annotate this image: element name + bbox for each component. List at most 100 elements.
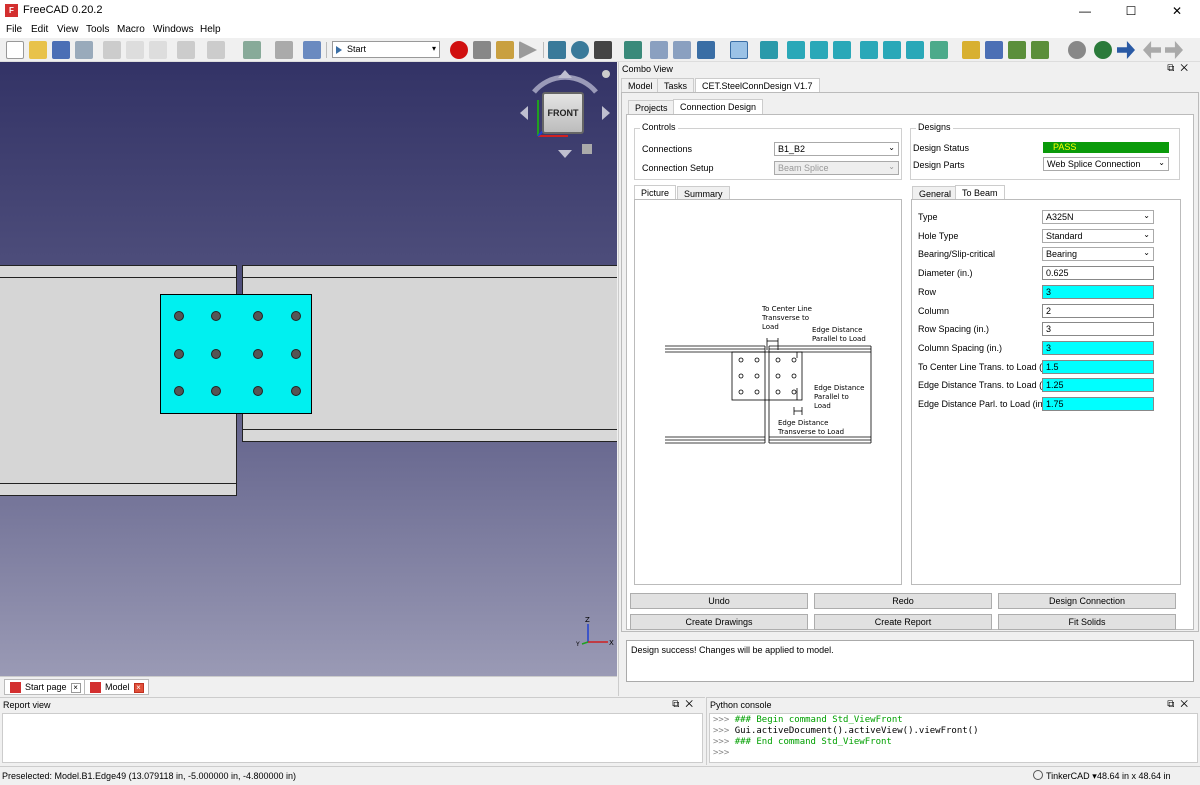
tab-model[interactable]: Model × <box>84 679 149 695</box>
copy-icon[interactable] <box>126 41 144 59</box>
close-button[interactable]: ✕ <box>1154 0 1200 22</box>
param-select[interactable]: A325N ⌄ <box>1042 210 1154 224</box>
web-icon[interactable] <box>1094 41 1112 59</box>
zoom-icon[interactable] <box>730 41 748 59</box>
bolt[interactable] <box>291 311 301 321</box>
create-drawings-button[interactable]: Create Drawings <box>630 614 808 630</box>
param-input[interactable]: 0.625 <box>1042 266 1154 281</box>
bolt[interactable] <box>291 349 301 359</box>
navigation-style-selector[interactable]: TinkerCAD ▾ <box>1046 771 1097 782</box>
tab-steelconndesign[interactable]: CET.SteelConnDesign V1.7 <box>695 78 820 92</box>
right-view-icon[interactable] <box>833 41 851 59</box>
recompute-icon[interactable] <box>275 41 293 59</box>
refresh-icon[interactable] <box>243 41 261 59</box>
group-icon[interactable] <box>985 41 1003 59</box>
param-select[interactable]: Bearing ⌄ <box>1042 247 1154 262</box>
right-beam-top-flange[interactable] <box>242 265 617 278</box>
web-forward-icon[interactable] <box>1165 41 1183 59</box>
bottom-view-icon[interactable] <box>883 41 901 59</box>
new-file-icon[interactable] <box>6 41 24 59</box>
bolt[interactable] <box>174 349 184 359</box>
measure-icon[interactable] <box>930 41 948 59</box>
workbench-selector[interactable]: Start ▾ <box>332 41 440 58</box>
connection-setup-select[interactable]: Beam Splice ⌄ <box>774 161 899 175</box>
redo-icon[interactable] <box>207 41 225 59</box>
save-icon[interactable] <box>52 41 70 59</box>
undo-icon[interactable] <box>177 41 195 59</box>
isometric-view-icon[interactable] <box>760 41 778 59</box>
menu-file[interactable]: File <box>6 24 22 35</box>
undo-button[interactable]: Undo <box>630 593 808 609</box>
stop-macro-icon[interactable] <box>473 41 491 59</box>
right-beam-bottom-flange[interactable] <box>242 429 617 442</box>
design-parts-select[interactable]: Web Splice Connection ⌄ <box>1043 157 1169 171</box>
bolt[interactable] <box>253 386 263 396</box>
menu-view[interactable]: View <box>57 24 79 35</box>
close-tab-icon[interactable]: × <box>70 682 81 693</box>
cut-icon[interactable] <box>103 41 121 59</box>
edit-macro-icon[interactable] <box>496 41 514 59</box>
rear-view-icon[interactable] <box>860 41 878 59</box>
fit-all-icon[interactable] <box>548 41 566 59</box>
draw-style-icon[interactable] <box>594 41 612 59</box>
design-connection-button[interactable]: Design Connection <box>998 593 1176 609</box>
param-input[interactable]: 1.5 <box>1042 359 1154 374</box>
dock-buttons[interactable]: ⧉✕ <box>1167 699 1194 710</box>
fit-solids-button[interactable]: Fit Solids <box>998 614 1176 630</box>
record-macro-icon[interactable] <box>450 41 468 59</box>
3d-view[interactable]: FRONT Z X Y <box>0 62 617 676</box>
minimize-button[interactable]: — <box>1062 0 1108 22</box>
top-view-icon[interactable] <box>810 41 828 59</box>
bolt[interactable] <box>253 311 263 321</box>
param-select[interactable]: Standard ⌄ <box>1042 228 1154 243</box>
param-input[interactable]: 1.25 <box>1042 378 1154 393</box>
save-as-icon[interactable] <box>75 41 93 59</box>
navigation-cube[interactable]: FRONT <box>520 70 610 165</box>
back-arrow-icon[interactable] <box>650 41 668 59</box>
report-output[interactable] <box>2 713 703 763</box>
menu-windows[interactable]: Windows <box>153 24 194 35</box>
bolt[interactable] <box>174 386 184 396</box>
link-icon[interactable] <box>1008 41 1026 59</box>
menu-help[interactable]: Help <box>200 24 221 35</box>
bolt[interactable] <box>253 349 263 359</box>
bolt[interactable] <box>211 311 221 321</box>
bolt[interactable] <box>211 386 221 396</box>
redo-button[interactable]: Redo <box>814 593 992 609</box>
std-views-icon[interactable] <box>697 41 715 59</box>
part-icon[interactable] <box>962 41 980 59</box>
whats-this-icon[interactable] <box>303 41 321 59</box>
python-console-input[interactable]: >>> ### Begin command Std_ViewFront >>> … <box>709 713 1198 763</box>
param-input[interactable]: 3 <box>1042 340 1154 355</box>
paste-icon[interactable] <box>149 41 167 59</box>
bolt[interactable] <box>211 349 221 359</box>
close-tab-icon[interactable]: × <box>133 682 144 693</box>
web-back-icon[interactable] <box>1143 41 1161 59</box>
left-view-icon[interactable] <box>906 41 924 59</box>
left-beam-bottom-flange[interactable] <box>0 483 237 496</box>
dock-buttons[interactable]: ⧉✕ <box>672 699 699 710</box>
menu-macro[interactable]: Macro <box>117 24 145 35</box>
tab-summary[interactable]: Summary <box>677 186 730 200</box>
left-beam-top-flange[interactable] <box>0 265 237 278</box>
param-input[interactable]: 3 <box>1042 322 1154 337</box>
open-folder-icon[interactable] <box>29 41 47 59</box>
navcube-front-face[interactable]: FRONT <box>542 92 584 134</box>
param-input[interactable]: 1.75 <box>1042 397 1154 411</box>
tab-to-beam[interactable]: To Beam <box>955 185 1005 199</box>
arrow-right-icon[interactable] <box>1117 41 1135 59</box>
bolt[interactable] <box>291 386 301 396</box>
tab-connection-design[interactable]: Connection Design <box>673 99 764 114</box>
connections-select[interactable]: B1_B2 ⌄ <box>774 142 899 156</box>
create-report-button[interactable]: Create Report <box>814 614 992 630</box>
param-input[interactable]: 2 <box>1042 303 1154 318</box>
dock-buttons[interactable]: ⧉✕ <box>1167 63 1194 74</box>
bounding-box-icon[interactable] <box>624 41 642 59</box>
menu-edit[interactable]: Edit <box>31 24 48 35</box>
menu-tools[interactable]: Tools <box>86 24 109 35</box>
forward-arrow-icon[interactable] <box>673 41 691 59</box>
tab-projects[interactable]: Projects <box>628 100 675 114</box>
tab-tasks[interactable]: Tasks <box>657 78 695 92</box>
maximize-button[interactable]: ☐ <box>1108 0 1154 22</box>
run-macro-icon[interactable] <box>519 41 537 59</box>
